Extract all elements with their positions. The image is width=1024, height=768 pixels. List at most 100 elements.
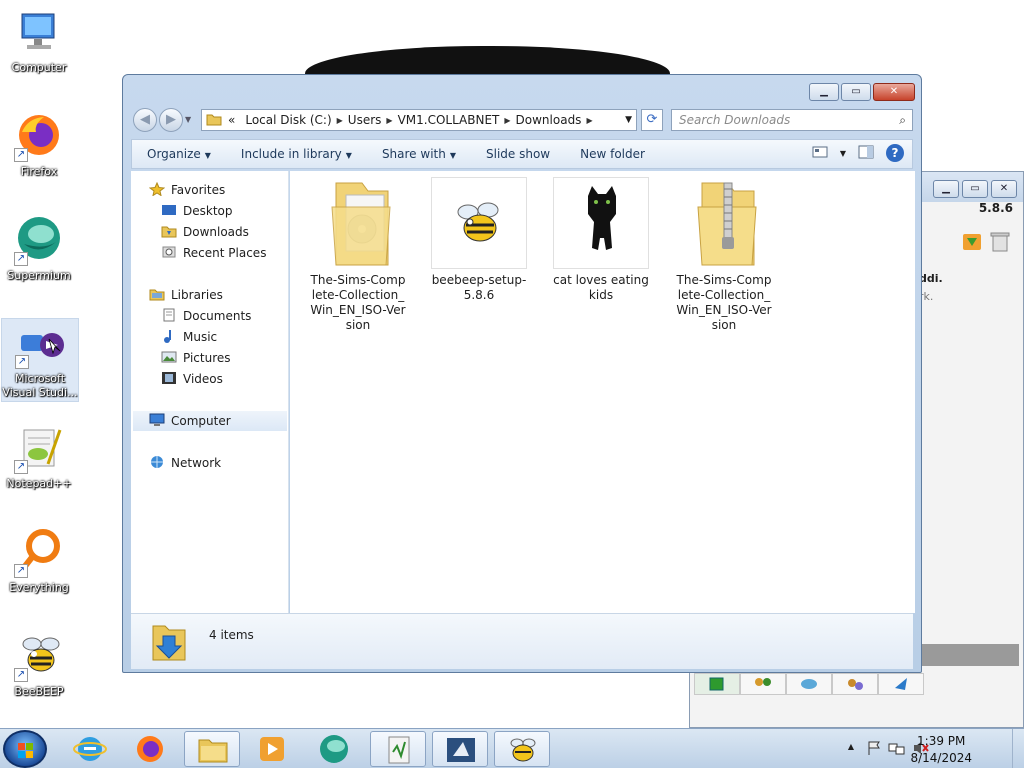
breadcrumb-overflow[interactable]: « <box>228 113 235 127</box>
taskbar-explorer[interactable] <box>184 731 240 767</box>
beebeep-trash-icon[interactable] <box>987 228 1013 254</box>
folder-with-disc-icon <box>310 177 406 269</box>
breadcrumb-vm1-collabnet[interactable]: VM1.COLLABNET <box>398 113 500 127</box>
desktop-icon-everything[interactable]: ↗ Everything <box>0 528 78 595</box>
desktop-icon-firefox[interactable]: ↗ Firefox <box>0 112 78 179</box>
taskbar-supermium[interactable] <box>306 731 362 767</box>
refresh-button[interactable]: ⟳ <box>641 109 663 131</box>
recent-pages-dropdown-icon[interactable]: ▼ <box>185 115 191 124</box>
search-input[interactable]: Search Downloads ⌕ <box>671 109 913 131</box>
beebeep-tab-users[interactable] <box>740 673 786 695</box>
show-desktop-button[interactable] <box>1012 729 1024 768</box>
beebeep-maximize-button[interactable]: ▭ <box>962 180 988 198</box>
breadcrumb-users[interactable]: Users <box>348 113 382 127</box>
taskbar-firefox[interactable] <box>122 731 178 767</box>
nav-favorites[interactable]: Favorites <box>148 180 226 200</box>
action-center-flag-icon[interactable] <box>866 740 882 759</box>
nav-videos[interactable]: Videos <box>161 369 223 389</box>
nav-downloads[interactable]: Downloads <box>161 222 249 242</box>
file-item[interactable]: The-Sims-Complete-Collection_Win_EN_ISO-… <box>676 177 772 333</box>
nav-computer[interactable]: Computer <box>133 411 287 431</box>
slide-show-button[interactable]: Slide show <box>471 147 565 161</box>
file-list[interactable]: The-Sims-Complete-Collection_Win_EN_ISO-… <box>290 171 915 613</box>
pictures-icon <box>161 350 177 364</box>
share-with-button[interactable]: Share with ▼ <box>367 147 471 161</box>
nav-libraries[interactable]: Libraries <box>149 285 223 305</box>
taskbar-beebeep[interactable] <box>494 731 550 767</box>
breadcrumb-separator-icon[interactable]: ▶ <box>337 116 343 125</box>
desktop-icon <box>161 203 177 217</box>
nav-desktop[interactable]: Desktop <box>161 201 233 221</box>
firefox-icon: ↗ <box>14 112 64 162</box>
file-item[interactable]: cat loves eating kids <box>553 177 649 303</box>
desktop-icon-notepadpp[interactable]: ↗ Notepad++ <box>0 424 78 491</box>
beebeep-tab-messages[interactable] <box>786 673 832 695</box>
nav-pictures[interactable]: Pictures <box>161 348 231 368</box>
notepadpp-icon: ↗ <box>14 424 64 474</box>
close-button[interactable]: ✕ <box>873 83 915 101</box>
file-name: The-Sims-Complete-Collection_Win_EN_ISO-… <box>310 273 406 332</box>
taskbar-notepadpp[interactable] <box>370 731 426 767</box>
zip-folder-icon <box>676 177 772 269</box>
everything-icon: ↗ <box>14 528 64 578</box>
beebeep-users-icon[interactable] <box>959 228 985 254</box>
desktop-icon-beebeep[interactable]: ↗ BeeBEEP <box>0 632 78 699</box>
desktop-icon-visual-studio[interactable]: ↗ Microsoft Visual Studi... <box>1 318 79 402</box>
desktop-icon-supermium[interactable]: ↗ Supermium <box>0 216 78 283</box>
taskbar-media-player[interactable] <box>244 731 300 767</box>
file-item[interactable]: beebeep-setup-5.8.6 <box>431 177 527 303</box>
nav-network[interactable]: Network <box>149 453 221 473</box>
show-hidden-icons[interactable]: ▲ <box>848 742 854 751</box>
nav-music[interactable]: Music <box>161 327 217 347</box>
beebeep-tab-files[interactable] <box>878 673 924 695</box>
address-bar[interactable]: « Local Disk (C:) ▶ Users ▶ VM1.COLLABNE… <box>201 109 637 131</box>
desktop-icon-computer[interactable]: Computer <box>0 8 78 75</box>
nav-documents[interactable]: Documents <box>161 306 251 326</box>
desktop-icon-label: Computer <box>11 61 67 74</box>
explorer-window[interactable]: ▁ ▭ ✕ ◀ ▶ ▼ « Local Disk (C:) ▶ Users ▶ … <box>122 74 922 673</box>
file-item[interactable]: The-Sims-Complete-Collection_Win_EN_ISO-… <box>310 177 406 333</box>
minimize-button[interactable]: ▁ <box>809 83 839 101</box>
computer-icon <box>14 8 64 58</box>
breadcrumb-separator-icon[interactable]: ▶ <box>386 116 392 125</box>
folder-icon <box>198 739 228 763</box>
change-view-icon[interactable] <box>812 145 828 162</box>
beebeep-close-button[interactable]: ✕ <box>991 180 1017 198</box>
shortcut-arrow-icon: ↗ <box>14 460 28 474</box>
firefox-icon <box>137 736 163 762</box>
navigation-pane: Favorites Desktop Downloads Recent Place… <box>131 171 289 613</box>
address-dropdown-icon[interactable]: ▼ <box>625 115 632 125</box>
new-folder-button[interactable]: New folder <box>565 147 660 161</box>
beebeep-tab-chat[interactable] <box>694 673 740 695</box>
help-icon[interactable]: ? <box>886 144 904 162</box>
breadcrumb-local-disk[interactable]: Local Disk (C:) <box>245 113 331 127</box>
beebeep-minimize-button[interactable]: ▁ <box>933 180 959 198</box>
nav-label: Libraries <box>171 288 223 302</box>
nav-label: Videos <box>183 372 223 386</box>
breadcrumb-downloads[interactable]: Downloads <box>516 113 582 127</box>
nav-label: Favorites <box>171 183 226 197</box>
taskbar-internet-explorer[interactable] <box>62 731 118 767</box>
beebeep-tab-groups[interactable] <box>832 673 878 695</box>
item-count: 4 items <box>209 628 254 642</box>
chevron-down-icon: ▼ <box>204 151 211 160</box>
nav-recent-places[interactable]: Recent Places <box>161 243 266 263</box>
taskbar-app[interactable] <box>432 731 488 767</box>
internet-explorer-icon <box>73 737 107 761</box>
search-icon[interactable]: ⌕ <box>899 110 906 130</box>
breadcrumb-separator-icon[interactable]: ▶ <box>586 116 592 125</box>
view-dropdown-icon[interactable]: ▼ <box>840 149 846 158</box>
start-button[interactable] <box>3 730 47 768</box>
network-status-icon[interactable] <box>888 740 906 759</box>
details-pane: 4 items <box>131 613 913 669</box>
nav-label: Desktop <box>183 204 233 218</box>
include-in-library-button[interactable]: Include in library ▼ <box>226 147 367 161</box>
back-button[interactable]: ◀ <box>133 108 157 132</box>
beebeep-tab-bar[interactable] <box>694 673 924 695</box>
preview-pane-icon[interactable] <box>858 145 874 162</box>
clock[interactable]: 1:39 PM 8/14/2024 <box>910 733 972 767</box>
forward-button[interactable]: ▶ <box>159 108 183 132</box>
breadcrumb-separator-icon[interactable]: ▶ <box>504 116 510 125</box>
organize-button[interactable]: Organize ▼ <box>132 147 226 161</box>
maximize-button[interactable]: ▭ <box>841 83 871 101</box>
